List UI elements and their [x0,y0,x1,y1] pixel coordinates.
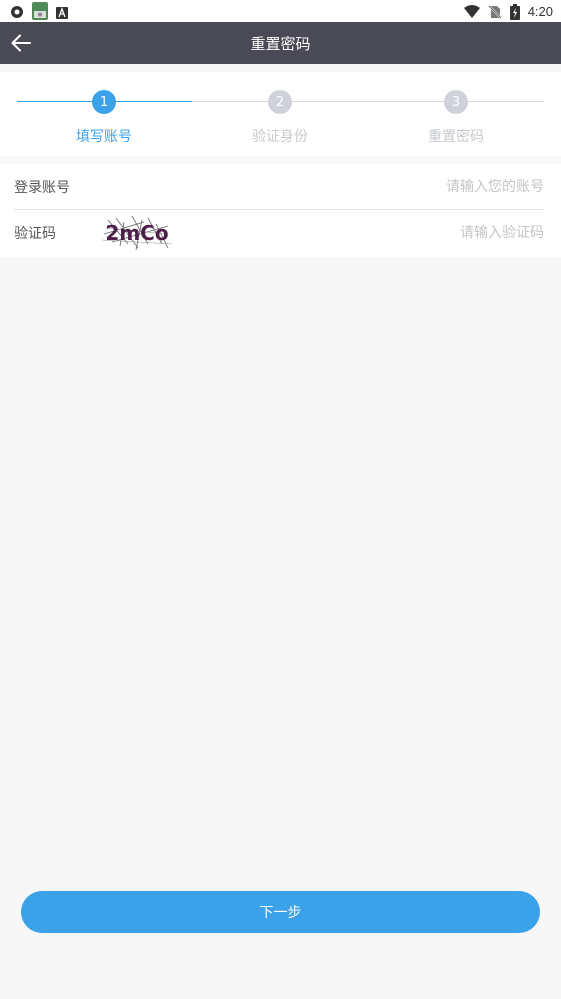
no-sim-icon [487,4,502,19]
back-button[interactable] [8,30,34,56]
chat-bubble-icon [10,4,24,18]
step-1-number: 1 [92,90,116,114]
step-2-label: 验证身份 [252,129,308,145]
arrow-left-icon [11,34,31,52]
battery-charging-icon [509,4,520,20]
step-3-label: 重置密码 [428,129,484,145]
account-label: 登录账号 [14,179,70,196]
page-title: 重置密码 [250,34,311,53]
captcha-row: 验证码 2mCo [14,210,544,256]
account-input[interactable] [98,178,544,195]
status-right: 4:20 [463,3,553,20]
captcha-label: 验证码 [14,226,56,242]
account-row: 登录账号 [14,164,544,210]
step-1-label: 填写账号 [76,129,132,145]
step-2: 2 验证身份 [220,90,340,146]
step-indicator: 1 填写账号 2 验证身份 3 重置密码 [0,72,561,156]
captcha-text: 2mCo [105,221,169,245]
app-icon [32,2,48,20]
status-left [10,2,70,20]
wifi-icon [463,4,480,18]
next-button[interactable]: 下一步 [21,891,540,933]
step-3-number: 3 [444,90,468,114]
captcha-image[interactable]: 2mCo [98,214,176,252]
title-bar: 重置密码 [0,22,561,64]
account-form: 登录账号 验证码 2mCo [0,164,561,257]
status-bar: 4:20 [0,0,561,22]
captcha-input[interactable] [186,225,544,241]
step-3: 3 重置密码 [396,90,516,146]
a-badge-icon [56,4,70,19]
step-2-number: 2 [268,90,292,114]
step-1: 1 填写账号 [44,90,164,146]
status-time: 4:20 [527,3,553,19]
